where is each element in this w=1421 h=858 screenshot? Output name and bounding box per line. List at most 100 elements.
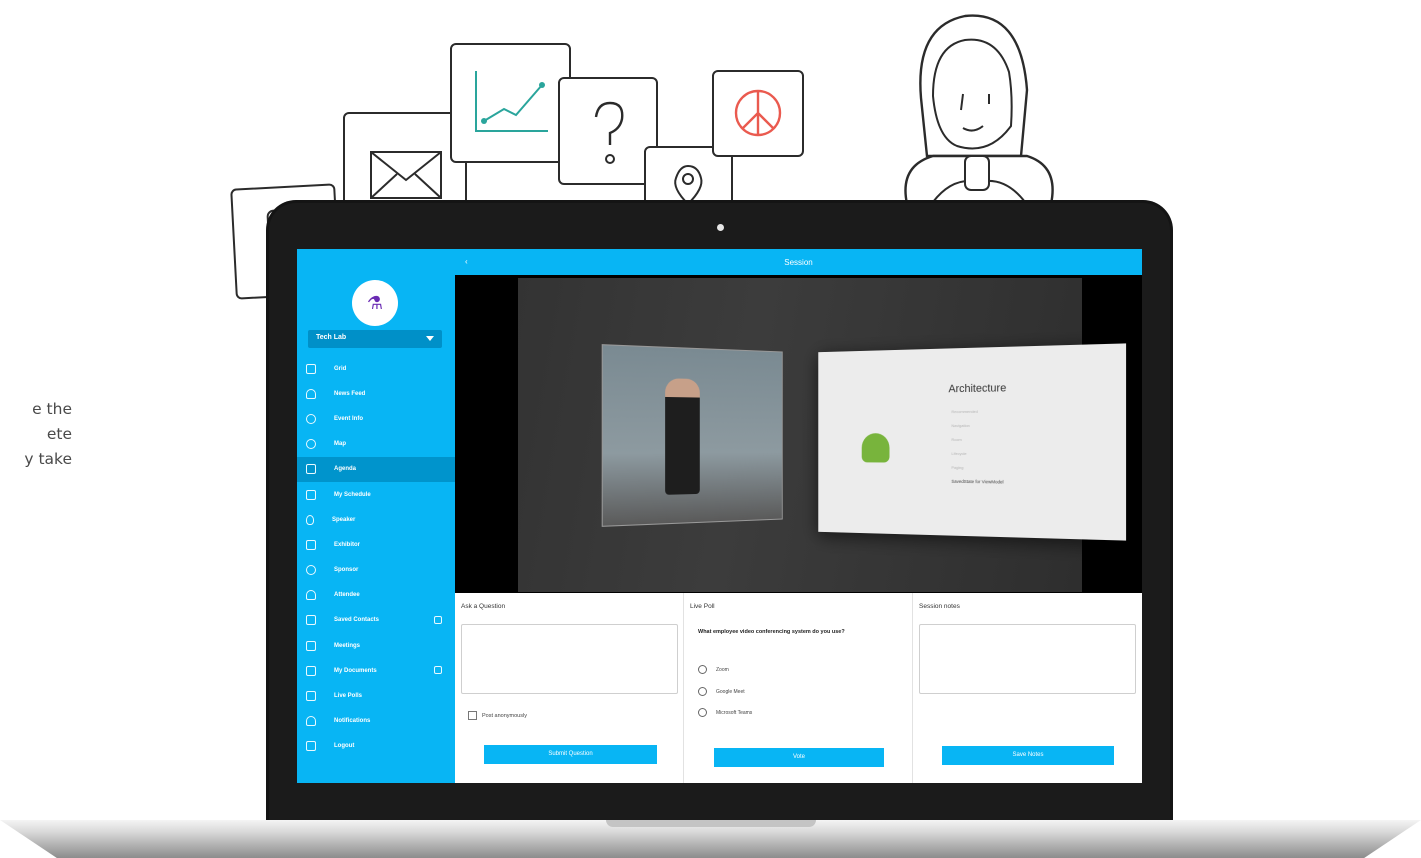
sidebar-item-label: Meetings [334, 643, 360, 649]
sidebar-item-exhibitor[interactable]: Exhibitor [297, 532, 455, 557]
intro-line: e the [0, 397, 72, 422]
event-selector-label: Tech Lab [316, 334, 346, 341]
documents-icon [306, 666, 316, 676]
sidebar-item-news-feed[interactable]: News Feed [297, 381, 455, 406]
sidebar-item-label: Saved Contacts [334, 617, 379, 623]
sidebar-item-label: Map [334, 441, 346, 447]
speaker-screen [602, 344, 783, 527]
line-chart-icon [450, 43, 571, 163]
schedule-icon [306, 490, 316, 500]
radio-icon [698, 687, 707, 696]
sidebar-item-label: Logout [334, 743, 354, 749]
radio-icon [698, 665, 707, 674]
count-badge [434, 616, 442, 624]
star-icon [306, 565, 316, 575]
microphone-icon [306, 515, 314, 525]
poll-option-zoom[interactable]: Zoom [698, 665, 729, 674]
android-robot-icon [862, 433, 890, 462]
sidebar-item-label: Attendee [334, 592, 360, 598]
live-poll-panel: Live Poll What employee video conferenci… [684, 593, 913, 783]
slide-item: Room [951, 437, 961, 442]
event-selector[interactable]: Tech Lab [308, 330, 442, 348]
sidebar-item-live-polls[interactable]: Live Polls [297, 683, 455, 708]
sidebar-item-agenda[interactable]: Agenda [297, 457, 455, 482]
ask-question-panel: Ask a Question Post anonymously Submit Q… [455, 593, 684, 783]
sidebar-item-notifications[interactable]: Notifications [297, 709, 455, 734]
logout-icon [306, 741, 316, 751]
poll-question: What employee video conferencing system … [698, 629, 898, 636]
vote-button[interactable]: Vote [714, 748, 884, 767]
session-notes-input[interactable] [919, 624, 1136, 694]
sidebar-item-label: Grid [334, 366, 346, 372]
sidebar-item-sponsor[interactable]: Sponsor [297, 558, 455, 583]
post-anonymously-label: Post anonymously [482, 713, 527, 719]
sidebar-menu: Grid News Feed Event Info Map Agenda My … [297, 356, 455, 759]
sidebar-item-map[interactable]: Map [297, 432, 455, 457]
bell-icon [306, 716, 316, 726]
sidebar-item-label: Speaker [332, 517, 355, 523]
sidebar-item-label: My Schedule [334, 492, 371, 498]
top-bar: ‹ Session [455, 249, 1142, 275]
question-mark-icon [558, 77, 658, 185]
sidebar-item-my-documents[interactable]: My Documents [297, 658, 455, 683]
sidebar-item-logout[interactable]: Logout [297, 734, 455, 759]
app-logo[interactable]: ⚗ [352, 280, 398, 326]
sidebar-item-label: Event Info [334, 416, 363, 422]
poll-icon [306, 691, 316, 701]
speaker-figure [665, 378, 700, 495]
exhibitor-icon [306, 540, 316, 550]
sidebar-item-label: Live Polls [334, 693, 362, 699]
intro-line: y take [0, 447, 72, 472]
sidebar-item-attendee[interactable]: Attendee [297, 583, 455, 608]
ask-question-title: Ask a Question [461, 603, 505, 610]
laptop-screen: ⚗ Tech Lab Grid News Feed Event Info Map… [297, 249, 1142, 783]
promo-stage: e the ete y take ⚗ Tech Lab Grid News Fe… [0, 0, 1421, 858]
flask-icon: ⚗ [367, 293, 383, 314]
poll-option-label: Microsoft Teams [716, 710, 752, 716]
presentation-slide: Architecture Recommended Navigation Room… [818, 343, 1126, 540]
slide-item: Navigation [951, 423, 969, 428]
woman-illustration [893, 6, 1065, 220]
sidebar-item-label: My Documents [334, 668, 377, 674]
grid-icon [306, 364, 316, 374]
meetings-icon [306, 641, 316, 651]
post-anonymously-checkbox[interactable] [468, 711, 477, 720]
sidebar-item-saved-contacts[interactable]: Saved Contacts [297, 608, 455, 633]
slide-item: Recommended [951, 409, 978, 414]
session-video[interactable]: Architecture Recommended Navigation Room… [455, 275, 1142, 593]
sidebar-item-speaker[interactable]: Speaker [297, 507, 455, 532]
sidebar-item-label: Notifications [334, 718, 370, 724]
slide-item: Paging [951, 465, 963, 470]
bell-icon [306, 389, 316, 399]
sidebar-item-label: Exhibitor [334, 542, 360, 548]
submit-question-button[interactable]: Submit Question [484, 745, 657, 764]
laptop-notch [606, 820, 816, 827]
intro-line: ete [0, 422, 72, 447]
poll-option-label: Google Meet [716, 689, 745, 695]
stage-backdrop: Architecture Recommended Navigation Room… [518, 278, 1082, 592]
webcam-dot [717, 224, 724, 231]
save-notes-button[interactable]: Save Notes [942, 746, 1114, 765]
question-input[interactable] [461, 624, 678, 694]
count-badge [434, 666, 442, 674]
sidebar-item-grid[interactable]: Grid [297, 356, 455, 381]
poll-option-microsoft-teams[interactable]: Microsoft Teams [698, 708, 752, 717]
radio-icon [698, 708, 707, 717]
poll-option-google-meet[interactable]: Google Meet [698, 687, 745, 696]
sidebar-item-my-schedule[interactable]: My Schedule [297, 482, 455, 507]
sidebar-item-label: Agenda [334, 466, 356, 472]
sidebar-item-label: News Feed [334, 391, 365, 397]
sidebar-item-event-info[interactable]: Event Info [297, 406, 455, 431]
map-icon [306, 439, 316, 449]
poll-option-label: Zoom [716, 667, 729, 673]
calendar-icon [306, 464, 316, 474]
sidebar-item-label: Sponsor [334, 567, 358, 573]
intro-text-cutoff: e the ete y take [0, 397, 72, 472]
slide-title: Architecture [948, 382, 1006, 395]
person-icon [306, 590, 316, 600]
session-notes-title: Session notes [919, 603, 960, 610]
contacts-icon [306, 615, 316, 625]
sidebar-item-meetings[interactable]: Meetings [297, 633, 455, 658]
dropdown-arrow-icon [426, 336, 434, 341]
info-icon [306, 414, 316, 424]
